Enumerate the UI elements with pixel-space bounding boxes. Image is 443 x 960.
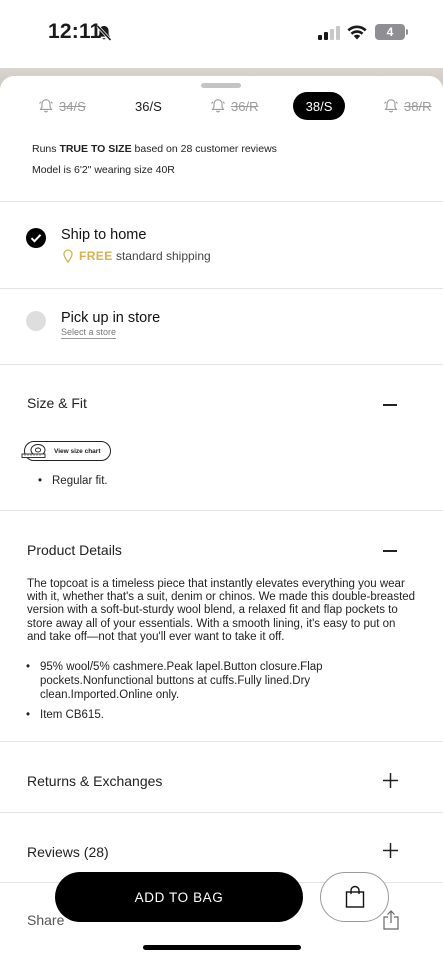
wifi-icon (347, 25, 367, 40)
divider (0, 741, 443, 742)
size-label: 38/R (404, 98, 432, 114)
fit-note-prefix: Runs (32, 143, 60, 155)
product-details-bullets: 95% wool/5% cashmere.Peak lapel.Button c… (18, 660, 413, 728)
home-indicator (143, 945, 301, 950)
shipping-detail: FREE standard shipping (79, 249, 211, 263)
add-to-bag-label: ADD TO BAG (134, 889, 224, 905)
radio-unselected-icon (26, 311, 46, 331)
product-options-sheet: 34/S 36/S 36/R 38/S 38/R Runs TRUE TO SI… (0, 76, 443, 960)
divider (0, 510, 443, 511)
size-label: 36/R (231, 98, 259, 114)
divider (0, 201, 443, 202)
size-option-36r[interactable]: 36/R (210, 92, 258, 120)
size-fit-title[interactable]: Size & Fit (27, 395, 87, 411)
pickup-title: Pick up in store (61, 310, 161, 326)
collapse-minus-icon[interactable] (383, 550, 397, 552)
product-description: The topcoat is a timeless piece that ins… (27, 578, 416, 643)
location-pin-icon (63, 249, 73, 263)
collapse-minus-icon[interactable] (383, 404, 397, 406)
ship-to-home-title: Ship to home (61, 227, 147, 243)
size-label: 34/S (59, 98, 86, 114)
fit-note-suffix: based on 28 customer reviews (131, 143, 277, 155)
product-details-title[interactable]: Product Details (27, 542, 122, 558)
checkmark-circle-icon (26, 228, 46, 248)
expand-plus-icon[interactable] (383, 773, 398, 788)
cellular-signal-icon (318, 26, 340, 40)
measuring-tape-icon (21, 444, 46, 458)
fit-note-highlight: TRUE TO SIZE (59, 143, 132, 155)
list-item: 95% wool/5% cashmere.Peak lapel.Button c… (18, 660, 413, 702)
divider (0, 364, 443, 365)
bell-slash-icon (96, 24, 112, 42)
model-size-note: Model is 6'2" wearing size 40R (32, 164, 175, 176)
size-option-38s[interactable]: 38/S (293, 92, 345, 120)
notify-bell-icon (211, 99, 225, 113)
size-option-38r[interactable]: 38/R (383, 92, 431, 120)
battery-tip (406, 29, 408, 35)
list-item: Regular fit. (30, 474, 410, 488)
list-item: Item CB615. (18, 708, 413, 722)
size-label: 38/S (305, 98, 333, 114)
divider (0, 288, 443, 289)
reviews-title[interactable]: Reviews (28) (27, 844, 109, 860)
returns-exchanges-title[interactable]: Returns & Exchanges (27, 773, 162, 789)
notify-bell-icon (384, 99, 398, 113)
status-time: 12:11 (48, 20, 102, 43)
notify-bell-icon (39, 99, 53, 113)
shipping-detail-text: standard shipping (115, 249, 211, 263)
shopping-bag-icon (345, 885, 364, 908)
size-label: 36/S (135, 98, 162, 114)
divider (0, 812, 443, 813)
size-option-34s[interactable]: 34/S (38, 92, 86, 120)
share-title[interactable]: Share (27, 912, 64, 928)
add-to-bag-button[interactable]: ADD TO BAG (55, 872, 303, 922)
expand-plus-icon[interactable] (383, 843, 398, 858)
size-fit-bullets: Regular fit. (30, 474, 410, 494)
fit-reviews-note: Runs TRUE TO SIZE based on 28 customer r… (32, 143, 277, 155)
free-badge: FREE (79, 249, 113, 263)
battery-indicator: 4 (375, 24, 405, 40)
select-store-link[interactable]: Select a store (61, 327, 117, 339)
shopping-bag-button[interactable] (320, 872, 389, 922)
size-option-36s[interactable]: 36/S (135, 92, 162, 120)
size-chart-label: View size chart (54, 447, 101, 455)
size-selector: 34/S 36/S 36/R 38/S 38/R (0, 92, 443, 120)
share-icon[interactable] (381, 910, 401, 930)
sheet-grabber[interactable] (201, 83, 241, 88)
status-bar: 12:11 4 (0, 0, 443, 68)
